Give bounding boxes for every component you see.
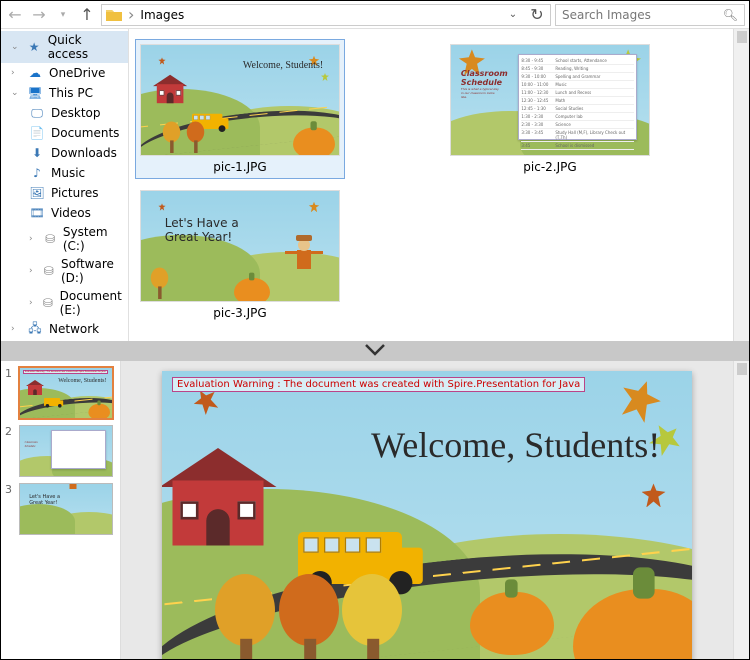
address-bar: ← → ▾ ↑ › Images ⌄ ↻ Search Images 🔍︎ xyxy=(1,1,749,29)
nav-onedrive[interactable]: › ☁ OneDrive xyxy=(1,63,128,83)
nav-label: Document (E:) xyxy=(60,289,122,317)
file-explorer-window: ← → ▾ ↑ › Images ⌄ ↻ Search Images 🔍︎ ⌄ … xyxy=(1,1,749,341)
eval-warning-label: Evaluation Warning : The document was cr… xyxy=(23,370,108,374)
nav-label: Music xyxy=(51,166,85,180)
chevron-right-icon: › xyxy=(11,68,21,78)
nav-label: Software (D:) xyxy=(61,257,122,285)
nav-label: System (C:) xyxy=(63,225,122,253)
cloud-icon: ☁ xyxy=(27,65,43,81)
recent-locations-button[interactable]: ▾ xyxy=(53,5,73,25)
chevron-right-icon: › xyxy=(11,324,21,334)
chevron-right-icon: › xyxy=(29,234,37,244)
schedule-table xyxy=(51,430,106,469)
nav-pictures[interactable]: 🖼 Pictures xyxy=(1,183,128,203)
nav-software-d[interactable]: › ⛁ Software (D:) xyxy=(1,255,128,287)
videos-icon: 🎞 xyxy=(29,205,45,221)
slide-thumb-3[interactable]: 3 Let's Have aGreat Year! xyxy=(5,483,116,535)
slide-title[interactable]: Welcome, Students! xyxy=(371,424,660,466)
slide-title: Welcome, Students! xyxy=(58,378,106,384)
chevron-right-icon: › xyxy=(29,298,36,308)
slide-title: Let's Have a Great Year! xyxy=(165,217,239,243)
file-thumb-pic-2[interactable]: Classroom Schedule This is what a typica… xyxy=(445,39,655,179)
nav-videos[interactable]: 🎞 Videos xyxy=(1,203,128,223)
file-name: pic-2.JPG xyxy=(523,160,576,174)
slide-thumb-1[interactable]: 1 Evaluation Warning : The document was … xyxy=(5,367,116,419)
nav-network[interactable]: › 🖧 Network xyxy=(1,319,128,339)
slide-editor: Evaluation Warning : The document was cr… xyxy=(121,361,733,659)
forward-button[interactable]: → xyxy=(29,5,49,25)
network-icon: 🖧 xyxy=(27,321,43,337)
nav-label: Pictures xyxy=(51,186,99,200)
slide-thumbnail-panel[interactable]: 1 Evaluation Warning : The document was … xyxy=(1,361,121,659)
slide-title: Let's Have aGreat Year! xyxy=(29,495,60,506)
chevron-right-icon: › xyxy=(29,266,37,276)
nav-label: This PC xyxy=(49,86,93,100)
drive-icon: ⛁ xyxy=(42,295,53,311)
presentation-app: 1 Evaluation Warning : The document was … xyxy=(1,361,749,659)
folder-icon xyxy=(106,7,122,23)
nav-system-c[interactable]: › ⛁ System (C:) xyxy=(1,223,128,255)
nav-label: Downloads xyxy=(51,146,117,160)
nav-label: Network xyxy=(49,322,99,336)
nav-this-pc[interactable]: ⌄ 🖥 This PC xyxy=(1,83,128,103)
up-button[interactable]: ↑ xyxy=(77,5,97,25)
slide-title: Welcome, Students! xyxy=(243,60,323,71)
file-thumb-pic-1[interactable]: Welcome, Students! pic-1.JPG xyxy=(135,39,345,179)
refresh-button[interactable]: ↻ xyxy=(528,5,546,24)
file-thumb-pic-3[interactable]: Let's Have a Great Year! pic-3.JPG xyxy=(135,185,345,325)
documents-icon: 📄 xyxy=(29,125,45,141)
chevron-down-icon: ⌄ xyxy=(11,88,21,98)
chevron-down-icon: ⌄ xyxy=(11,42,21,52)
slide-canvas-area[interactable]: Evaluation Warning : The document was cr… xyxy=(121,361,733,659)
slide-number: 2 xyxy=(5,425,15,477)
monitor-icon: 🖥 xyxy=(27,85,43,101)
search-placeholder: Search Images xyxy=(562,8,651,22)
nav-music[interactable]: ♪ Music xyxy=(1,163,128,183)
nav-label: OneDrive xyxy=(49,66,105,80)
nav-quick-access[interactable]: ⌄ ★ Quick access xyxy=(1,31,128,63)
nav-label: Desktop xyxy=(51,106,101,120)
thumbnails-pane[interactable]: Welcome, Students! pic-1.JPG Classroom S… xyxy=(129,29,749,341)
slide-number: 3 xyxy=(5,483,15,535)
nav-documents[interactable]: 📄 Documents xyxy=(1,123,128,143)
slide-number: 1 xyxy=(5,367,15,419)
search-input[interactable]: Search Images 🔍︎ xyxy=(555,4,745,26)
schedule-title: Classroom Schedule This is what a typica… xyxy=(461,69,501,99)
eval-warning-label: Evaluation Warning : The document was cr… xyxy=(172,377,585,392)
nav-downloads[interactable]: ⬇ Downloads xyxy=(1,143,128,163)
file-name: pic-1.JPG xyxy=(213,160,266,174)
nav-desktop[interactable]: 🖵 Desktop xyxy=(1,103,128,123)
slide-thumb-2[interactable]: 2 Classroom Schedule xyxy=(5,425,116,477)
path-dropdown-button[interactable]: ⌄ xyxy=(504,9,522,20)
editor-scrollbar[interactable] xyxy=(733,361,749,659)
desktop-icon: 🖵 xyxy=(29,105,45,121)
music-icon: ♪ xyxy=(29,165,45,181)
file-name: pic-3.JPG xyxy=(213,306,266,320)
download-icon: ⬇ xyxy=(29,145,45,161)
nav-document-e[interactable]: › ⛁ Document (E:) xyxy=(1,287,128,319)
schedule-table: 8:30 - 9:45School starts, Attendance8:45… xyxy=(518,54,637,140)
path-separator-icon: › xyxy=(128,5,134,24)
path-segment[interactable]: Images xyxy=(140,8,184,22)
split-divider[interactable] xyxy=(1,341,749,361)
navigation-tree[interactable]: ⌄ ★ Quick access › ☁ OneDrive ⌄ 🖥 This P… xyxy=(1,29,129,341)
star-icon: ★ xyxy=(27,39,42,55)
explorer-scrollbar[interactable] xyxy=(733,29,749,341)
nav-label: Documents xyxy=(51,126,119,140)
slide-main[interactable]: Evaluation Warning : The document was cr… xyxy=(162,371,692,659)
chevron-down-icon xyxy=(364,342,386,361)
nav-label: Quick access xyxy=(48,33,122,61)
back-button[interactable]: ← xyxy=(5,5,25,25)
pictures-icon: 🖼 xyxy=(29,185,45,201)
drive-icon: ⛁ xyxy=(43,263,55,279)
schedule-title: Classroom Schedule xyxy=(25,440,43,448)
search-icon: 🔍︎ xyxy=(723,8,738,22)
nav-label: Videos xyxy=(51,206,91,220)
drive-icon: ⛁ xyxy=(43,231,56,247)
path-box[interactable]: › Images ⌄ ↻ xyxy=(101,4,551,26)
